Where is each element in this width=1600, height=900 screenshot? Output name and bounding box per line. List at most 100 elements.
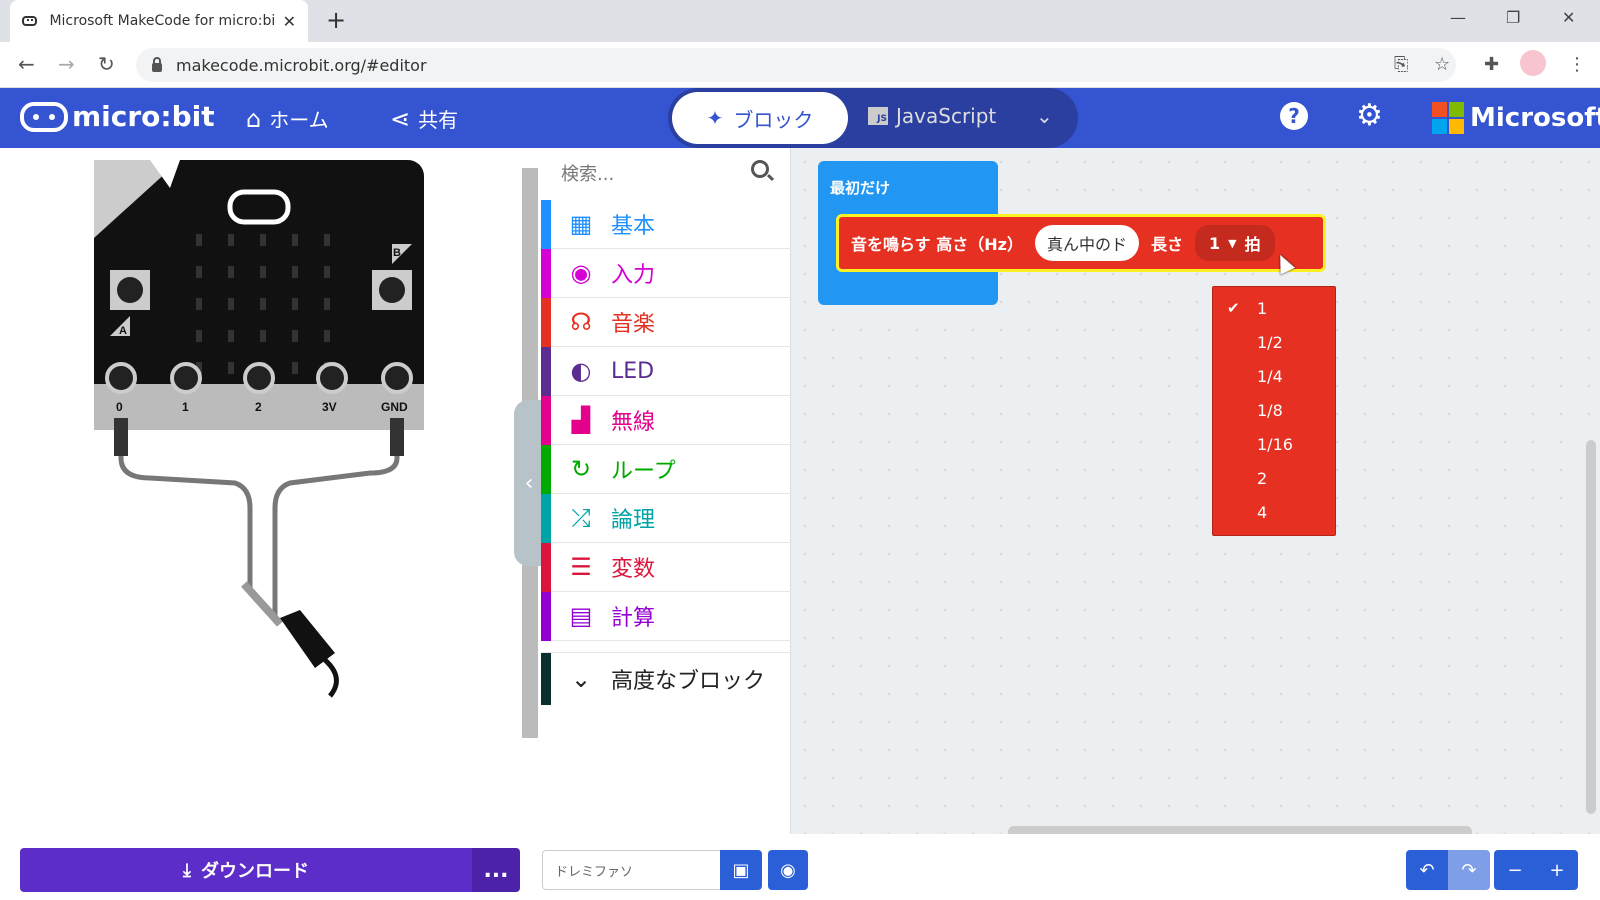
project-name-input[interactable] <box>542 850 722 890</box>
js-icon: JS <box>868 107 888 125</box>
share-icon: ⋖ <box>390 104 411 133</box>
beat-option-1[interactable]: ✔ 1 <box>1213 291 1335 325</box>
category-color-bar <box>541 542 551 592</box>
bookmark-star-icon[interactable]: ☆ <box>1434 54 1450 75</box>
category-math[interactable]: ▤ 計算 <box>541 591 791 641</box>
gear-icon[interactable]: ⚙ <box>1356 98 1383 133</box>
pin-0[interactable] <box>105 362 137 394</box>
category-music[interactable]: ☊ 音楽 <box>541 297 791 347</box>
github-button[interactable]: ◉ <box>768 850 808 890</box>
share-button[interactable]: ⋖ 共有 <box>390 104 458 133</box>
lock-icon <box>152 56 162 72</box>
category-color-bar <box>541 248 551 298</box>
option-label: 1/8 <box>1257 400 1283 420</box>
category-color-bar <box>541 493 551 543</box>
undo-icon: ↶ <box>1419 859 1435 881</box>
beat-unit: 拍 <box>1244 235 1261 254</box>
back-icon[interactable]: ← <box>18 52 35 76</box>
pin-3v[interactable] <box>316 362 348 394</box>
list-lines-icon: ☰ <box>570 553 592 581</box>
toolbox-search-input[interactable]: 検索... <box>561 160 614 186</box>
pin-1[interactable] <box>170 362 202 394</box>
microsoft-logo[interactable]: Microsoft <box>1432 102 1600 134</box>
dropdown-arrow-icon: ▼ <box>1228 236 1237 250</box>
translate-icon[interactable]: ⎘ <box>1394 54 1408 75</box>
search-icon[interactable] <box>751 160 769 178</box>
category-label: 論理 <box>611 508 656 533</box>
minimize-icon[interactable]: — <box>1450 8 1466 27</box>
address-bar[interactable]: makecode.microbit.org/#editor <box>136 48 1456 82</box>
javascript-mode-button[interactable]: JS JavaScript <box>868 104 996 128</box>
note-picker-field[interactable]: 真ん中のド <box>1034 225 1139 261</box>
microbit-simulator[interactable]: A B 0 1 2 3V GND <box>0 148 520 828</box>
zoom-in-button[interactable]: + <box>1536 850 1578 890</box>
category-input[interactable]: ◉ 入力 <box>541 248 791 298</box>
pin-label-0: 0 <box>116 400 123 414</box>
help-icon[interactable]: ? <box>1280 102 1308 130</box>
on-start-label: 最初だけ <box>830 179 891 197</box>
pin-gnd[interactable] <box>381 362 413 394</box>
zoom-out-button[interactable]: − <box>1494 850 1536 890</box>
collapse-simulator-button[interactable]: ‹ <box>514 400 544 566</box>
button-a[interactable] <box>110 270 150 310</box>
category-basic[interactable]: ▦ 基本 <box>541 199 791 249</box>
headphone-cable <box>118 448 400 618</box>
pin-2[interactable] <box>243 362 275 394</box>
new-tab-button[interactable]: + <box>326 6 346 34</box>
category-advanced[interactable]: ⌄ 高度なブロック <box>541 652 791 705</box>
editor-footer: ⤓ ダウンロード ... ▣ ◉ ↶ ↷ − + <box>0 834 1600 900</box>
toggle-icon: ◐ <box>570 357 592 385</box>
url-text: makecode.microbit.org/#editor <box>176 55 427 75</box>
microbit-logo[interactable]: micro:bit <box>20 100 215 133</box>
tab-close-icon[interactable]: ✕ <box>283 12 296 31</box>
pin-label-gnd: GND <box>381 400 408 414</box>
beat-option-1-4[interactable]: 1/4 <box>1213 359 1335 393</box>
category-led[interactable]: ◐ LED <box>541 346 791 396</box>
category-variables[interactable]: ☰ 変数 <box>541 542 791 592</box>
blocks-mode-button[interactable]: ✦ ブロック <box>672 92 848 144</box>
chevron-down-icon[interactable]: ⌄ <box>1036 104 1053 128</box>
microsoft-text: Microsoft <box>1470 103 1600 133</box>
browser-menu-icon[interactable]: ⋮ <box>1568 54 1586 75</box>
pin-label-3v: 3V <box>322 400 337 414</box>
beat-option-1-8[interactable]: 1/8 <box>1213 393 1335 427</box>
chevron-left-icon: ‹ <box>524 470 534 496</box>
extensions-icon[interactable]: ✚ <box>1484 54 1499 75</box>
microbit-logo-icon <box>20 101 68 132</box>
forward-icon[interactable]: → <box>58 52 75 76</box>
restore-icon[interactable]: ❐ <box>1506 8 1520 27</box>
category-logic[interactable]: ⤮ 論理 <box>541 493 791 543</box>
save-button[interactable]: ▣ <box>720 850 762 890</box>
category-color-bar <box>541 297 551 347</box>
profile-avatar[interactable] <box>1520 50 1546 76</box>
reload-icon[interactable]: ↻ <box>98 52 115 76</box>
more-options-button[interactable]: ... <box>472 848 520 892</box>
workspace-vertical-scrollbar[interactable] <box>1586 440 1596 814</box>
option-label: 1/2 <box>1257 332 1283 352</box>
play-tone-block[interactable]: 音を鳴らす 高さ（Hz） 真ん中のド 長さ 1 ▼ 拍 <box>836 214 1326 272</box>
button-b[interactable] <box>372 270 412 310</box>
beat-option-2[interactable]: 2 <box>1213 461 1335 495</box>
category-label: 計算 <box>611 606 656 631</box>
undo-button[interactable]: ↶ <box>1406 850 1448 890</box>
redo-icon: ↷ <box>1461 859 1477 881</box>
length-label: 長さ <box>1150 235 1183 254</box>
beat-option-4[interactable]: 4 <box>1213 495 1335 529</box>
logo-text: micro:bit <box>72 100 215 133</box>
category-loops[interactable]: ↻ ループ <box>541 444 791 494</box>
option-label: 2 <box>1257 468 1268 488</box>
headphones-icon: ☊ <box>570 308 592 336</box>
window-close-icon[interactable]: ✕ <box>1562 8 1575 27</box>
redo-button[interactable]: ↷ <box>1448 850 1490 890</box>
download-button[interactable]: ⤓ ダウンロード <box>20 848 472 892</box>
option-label: 1 <box>1257 298 1268 318</box>
beat-option-1-2[interactable]: 1/2 <box>1213 325 1335 359</box>
beat-dropdown-field[interactable]: 1 ▼ 拍 <box>1195 225 1275 261</box>
browser-tab[interactable]: Microsoft MakeCode for micro:bit ✕ <box>10 0 308 42</box>
cable-clip-left <box>114 418 128 456</box>
cable-clip-right <box>390 418 404 456</box>
home-button[interactable]: ⌂ ホーム <box>246 104 329 133</box>
category-radio[interactable]: ▟ 無線 <box>541 395 791 445</box>
shuffle-icon: ⤮ <box>571 504 591 532</box>
beat-option-1-16[interactable]: 1/16 <box>1213 427 1335 461</box>
